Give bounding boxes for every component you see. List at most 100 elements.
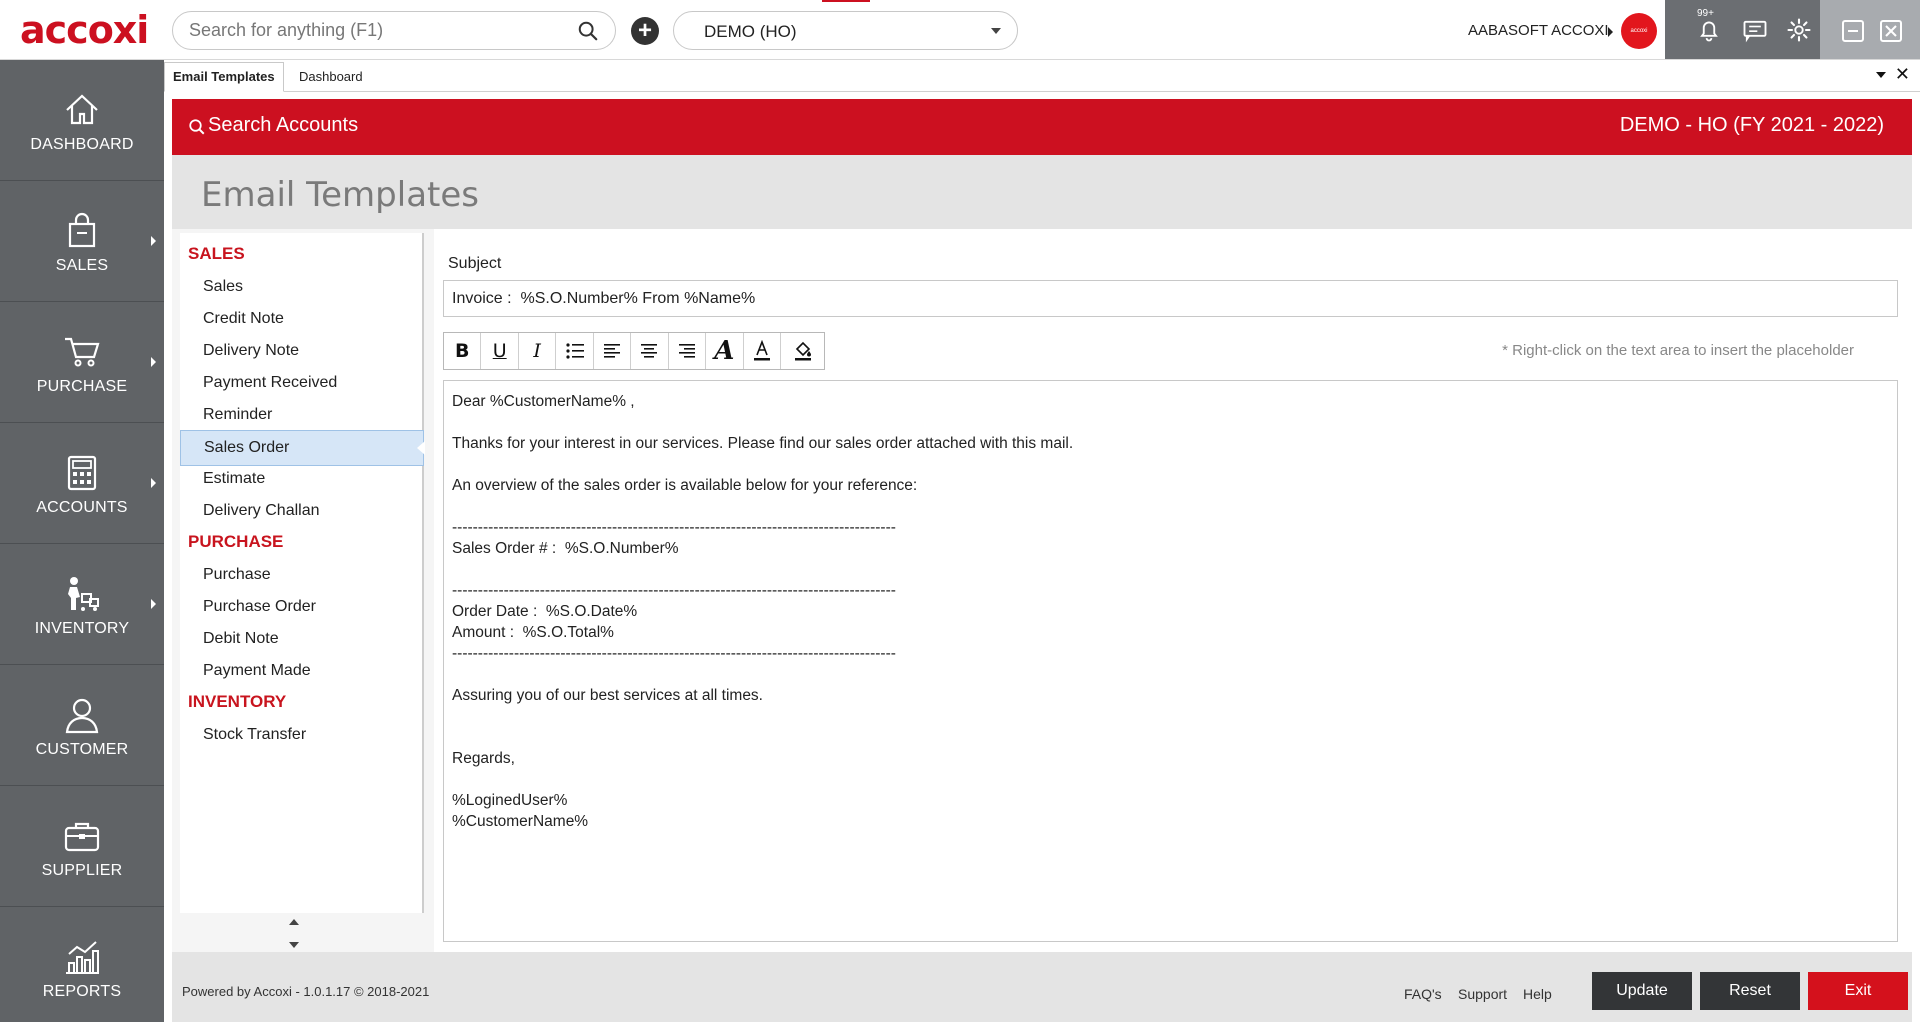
left-nav: DASHBOARD SALES PURCHASE ACCOUNTS INVENT… [0, 60, 164, 1022]
template-item[interactable]: Purchase Order [180, 590, 424, 626]
template-item[interactable]: Credit Note [180, 302, 424, 338]
body-line: %LoginedUser% [452, 792, 568, 809]
align-center-button[interactable] [631, 333, 669, 369]
nav-inventory[interactable]: INVENTORY [0, 544, 164, 665]
fill-color-icon [794, 341, 811, 361]
align-left-button[interactable] [594, 333, 632, 369]
template-item-selected[interactable]: Sales Order [180, 430, 425, 466]
template-item[interactable]: Delivery Challan [180, 494, 424, 530]
list-button[interactable] [556, 333, 594, 369]
list-scroll-down-icon[interactable] [289, 942, 299, 948]
group-title-sales: SALES [188, 244, 245, 263]
subject-input[interactable] [443, 280, 1898, 317]
font-button[interactable]: A [706, 333, 744, 369]
nav-customer[interactable]: CUSTOMER [0, 665, 164, 786]
template-list: SALES Sales Credit Note Delivery Note Pa… [180, 233, 425, 913]
inventory-icon [68, 577, 99, 611]
expand-arrow-icon [151, 478, 156, 488]
body-blank-line [452, 454, 1889, 475]
nav-label: PURCHASE [36, 378, 128, 395]
list-scroll-up-icon[interactable] [289, 919, 299, 925]
template-item[interactable]: Reminder [180, 398, 424, 434]
page-title: Email Templates [201, 175, 479, 215]
close-tab-icon[interactable]: ✕ [1895, 64, 1910, 85]
bold-button[interactable]: B [444, 333, 482, 369]
italic-icon: I [533, 340, 541, 362]
briefcase-icon [64, 822, 100, 852]
document-tabs: Email Templates Dashboard ✕ [164, 60, 1920, 92]
expand-arrow-icon [151, 599, 156, 609]
search-icon[interactable] [577, 20, 599, 42]
search-input[interactable] [189, 20, 569, 41]
nav-label: INVENTORY [34, 620, 130, 637]
body-blank-line [452, 496, 1889, 517]
support-link[interactable]: Support [1458, 986, 1507, 1002]
nav-supplier[interactable]: SUPPLIER [0, 786, 164, 907]
body-line: %CustomerName% [452, 813, 589, 830]
nav-accounts[interactable]: ACCOUNTS [0, 423, 164, 544]
underline-button[interactable]: U [481, 333, 519, 369]
tab-email-templates[interactable]: Email Templates [164, 62, 284, 92]
template-item[interactable]: Stock Transfer [180, 718, 424, 754]
help-link[interactable]: Help [1523, 986, 1552, 1002]
body-line: Regards, [452, 750, 515, 767]
reset-button[interactable]: Reset [1700, 972, 1800, 1010]
title-band: Email Templates [172, 155, 1912, 229]
template-item[interactable]: Debit Note [180, 622, 424, 658]
italic-button[interactable]: I [519, 333, 557, 369]
company-fiscal-year: DEMO - HO (FY 2021 - 2022) [1619, 114, 1884, 136]
user-menu-caret-icon[interactable] [1608, 27, 1613, 37]
user-name[interactable]: AABASOFT ACCOXI [1468, 22, 1609, 39]
template-item[interactable]: Estimate [180, 462, 424, 498]
powered-by-text: Powered by Accoxi - 1.0.1.17 © 2018-2021 [182, 984, 430, 999]
font-color-icon [753, 340, 770, 361]
exit-button[interactable]: Exit [1808, 972, 1908, 1010]
tab-list-dropdown-icon[interactable] [1876, 72, 1886, 78]
list-icon [565, 343, 584, 359]
update-button[interactable]: Update [1592, 972, 1692, 1010]
avatar[interactable]: accoxi [1621, 13, 1657, 49]
calculator-icon [67, 455, 97, 491]
tab-dashboard[interactable]: Dashboard [290, 62, 372, 92]
add-new-button[interactable]: + [631, 17, 659, 45]
template-item[interactable]: Purchase [180, 558, 424, 594]
body-line: Thanks for your interest in our services… [452, 435, 1074, 452]
bell-icon[interactable] [1695, 16, 1723, 44]
accent-mark [822, 0, 870, 2]
body-blank-line [452, 727, 1889, 748]
nav-label: SUPPLIER [41, 862, 123, 879]
messages-icon[interactable] [1741, 16, 1769, 44]
template-item[interactable]: Payment Received [180, 366, 424, 402]
nav-purchase[interactable]: PURCHASE [0, 302, 164, 423]
email-body-editor[interactable]: Dear %CustomerName% , Thanks for your int… [443, 380, 1898, 942]
template-item[interactable]: Sales [180, 270, 424, 306]
underline-icon: U [492, 340, 507, 362]
minimize-icon[interactable] [1842, 20, 1864, 42]
global-search[interactable] [172, 11, 616, 50]
cart-icon [65, 337, 100, 367]
nav-dashboard[interactable]: DASHBOARD [0, 60, 164, 181]
search-accounts-button[interactable]: Search Accounts [189, 114, 358, 137]
app-logo: accoxi [20, 8, 149, 52]
bold-icon: B [454, 340, 470, 362]
font-color-button[interactable] [744, 333, 782, 369]
align-right-icon [678, 344, 695, 358]
align-right-button[interactable] [669, 333, 707, 369]
home-icon [66, 94, 98, 125]
gear-icon[interactable] [1785, 16, 1813, 44]
faq-link[interactable]: FAQ's [1404, 986, 1442, 1002]
body-line: Assuring you of our best services at all… [452, 687, 763, 704]
fill-color-button[interactable] [781, 333, 824, 369]
reports-icon [66, 941, 99, 974]
template-item[interactable]: Delivery Note [180, 334, 424, 370]
nav-reports[interactable]: REPORTS [0, 907, 164, 1028]
nav-sales[interactable]: SALES [0, 181, 164, 302]
body-line: Sales Order # : %S.O.Number% [452, 540, 679, 557]
close-window-icon[interactable] [1880, 20, 1902, 42]
template-item[interactable]: Payment Made [180, 654, 424, 690]
top-bar: accoxi + DEMO (HO) AABASOFT ACCOXI accox… [0, 0, 1920, 60]
company-select[interactable]: DEMO (HO) [673, 11, 1018, 50]
body-line: Dear %CustomerName% , [452, 393, 635, 410]
template-editor: Subject B U I A * [434, 229, 1912, 952]
nav-label: ACCOUNTS [36, 499, 128, 516]
